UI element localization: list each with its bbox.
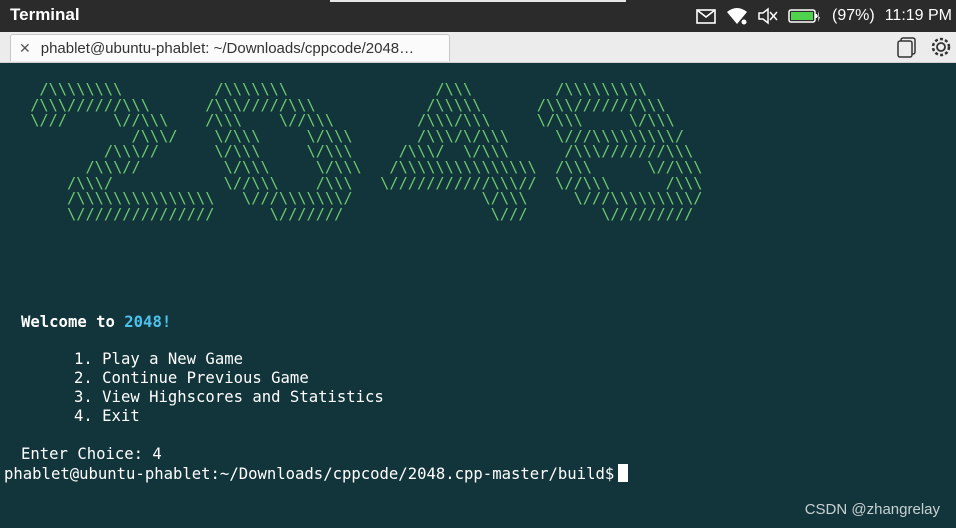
tab-bar: ✕ phablet@ubuntu-phablet: ~/Downloads/cp…: [0, 32, 956, 63]
clock[interactable]: 11:19 PM: [885, 7, 952, 25]
tab-title: phablet@ubuntu-phablet: ~/Downloads/cppc…: [40, 39, 415, 57]
menu-option-new-game: 1. Play a New Game: [74, 350, 243, 368]
text-cursor: [618, 464, 629, 482]
welcome-text: Welcome to: [21, 313, 125, 331]
welcome-line: Welcome to 2048!: [21, 313, 171, 332]
tab-actions: [896, 36, 952, 63]
menu-option-continue: 2. Continue Previous Game: [74, 369, 309, 387]
new-tab-icon[interactable]: [896, 36, 918, 63]
ascii-2048-logo: /\\\\\\\\ /\\\\\\\ /\\\ /\\\\\\\\\ /\\\/…: [30, 80, 703, 223]
welcome-number: 2048!: [124, 313, 172, 331]
settings-icon[interactable]: [930, 36, 952, 63]
mail-icon[interactable]: [696, 8, 716, 24]
terminal-output[interactable]: /\\\\\\\\ /\\\\\\\ /\\\ /\\\\\\\\\ /\\\/…: [0, 63, 956, 528]
close-icon[interactable]: ✕: [19, 40, 31, 57]
menu-option-highscores: 3. View Highscores and Statistics: [74, 388, 384, 406]
shell-prompt: phablet@ubuntu-phablet:~/Downloads/cppco…: [4, 465, 615, 483]
app-title: Terminal: [10, 5, 80, 24]
system-indicators: (97%) 11:19 PM: [696, 0, 956, 32]
volume-muted-icon[interactable]: [758, 7, 778, 25]
menu-option-exit: 4. Exit: [74, 407, 140, 425]
battery-percent: (97%): [832, 7, 875, 24]
wifi-icon[interactable]: [726, 7, 748, 25]
system-top-bar: Terminal (97%) 11:19 PM: [0, 0, 956, 32]
terminal-tab[interactable]: ✕ phablet@ubuntu-phablet: ~/Downloads/cp…: [10, 34, 450, 61]
shell-prompt-line[interactable]: phablet@ubuntu-phablet:~/Downloads/cppco…: [4, 464, 629, 484]
watermark: CSDN @zhangrelay: [804, 501, 940, 518]
top-notch-indicator: [330, 0, 626, 2]
enter-choice-line: Enter Choice: 4: [21, 445, 162, 463]
battery-icon[interactable]: [788, 8, 822, 24]
